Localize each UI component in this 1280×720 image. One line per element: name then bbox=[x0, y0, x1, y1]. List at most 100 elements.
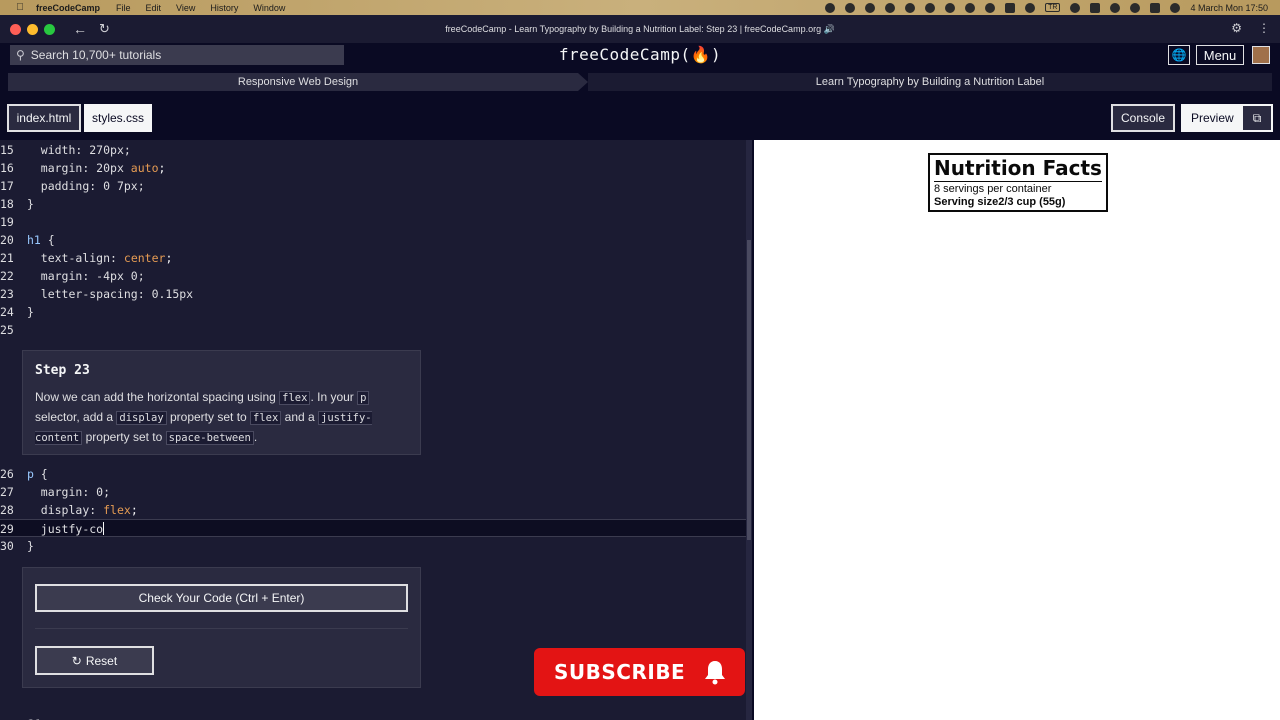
system-menubar:  freeCodeCamp File Edit View History Wi… bbox=[0, 0, 1280, 15]
servings-text: 8 servings per container bbox=[934, 183, 1052, 195]
avatar[interactable] bbox=[1252, 46, 1270, 64]
line-number: 30 bbox=[0, 539, 14, 553]
record-icon[interactable] bbox=[825, 2, 836, 13]
code-line-22[interactable]: 22 margin: -4px 0; bbox=[0, 267, 750, 285]
bell-icon bbox=[705, 661, 725, 685]
code-line-18[interactable]: 18 } bbox=[0, 195, 750, 213]
code-line-23[interactable]: 23 letter-spacing: 0.15px bbox=[0, 285, 750, 303]
menubar-item-edit[interactable]: Edit bbox=[146, 3, 162, 13]
line-number: 15 bbox=[0, 143, 14, 157]
reset-button[interactable]: ↻ Reset bbox=[35, 646, 154, 675]
code-line-16[interactable]: 16 margin: 20px auto; bbox=[0, 159, 750, 177]
menubar-datetime[interactable]: 4 March Mon 17:50 bbox=[1190, 3, 1268, 13]
code-line-15[interactable]: 15 width: 270px; bbox=[0, 141, 750, 159]
code-token: padding: bbox=[40, 179, 97, 193]
code-line-17[interactable]: 17 padding: 0 7px; bbox=[0, 177, 750, 195]
code-line-19[interactable]: 19 bbox=[0, 213, 750, 231]
breadcrumb-superblock[interactable]: Responsive Web Design bbox=[8, 73, 588, 91]
play-icon[interactable] bbox=[945, 2, 956, 13]
line-number: 20 bbox=[0, 233, 14, 247]
menubar-item-file[interactable]: File bbox=[116, 3, 131, 13]
tab-styles-css[interactable]: styles.css bbox=[84, 104, 152, 132]
code-token: p bbox=[26, 467, 34, 481]
wifi-icon[interactable] bbox=[1110, 2, 1121, 13]
action-panel: Check Your Code (Ctrl + Enter) ↻ Reset bbox=[22, 567, 421, 688]
input-source[interactable]: TR bbox=[1045, 3, 1061, 12]
nutrition-label: Nutrition Facts 8 servings per container… bbox=[928, 153, 1108, 212]
clock-icon[interactable] bbox=[845, 2, 856, 13]
line-number: 22 bbox=[0, 269, 14, 283]
code-line-29[interactable]: 29 justfy-co bbox=[0, 519, 750, 537]
search-icon[interactable] bbox=[1130, 2, 1141, 13]
code-line-20[interactable]: 20 h1 { bbox=[0, 231, 750, 249]
code-line-25[interactable]: 25 bbox=[0, 321, 750, 339]
line-number: 24 bbox=[0, 305, 14, 319]
fcc-logo[interactable]: freeCodeCamp(🔥) bbox=[0, 45, 1280, 64]
line-number: 25 bbox=[0, 323, 14, 337]
code-space-between: space-between bbox=[165, 431, 254, 445]
menubar-app-name[interactable]: freeCodeCamp bbox=[36, 3, 100, 13]
code-flex-2: flex bbox=[250, 411, 282, 425]
menu-button[interactable]: Menu bbox=[1196, 45, 1244, 65]
code-token: letter-spacing: bbox=[40, 287, 145, 301]
editor-scroll-thumb[interactable] bbox=[747, 240, 751, 540]
code-line-27[interactable]: 27 margin: 0; bbox=[0, 483, 750, 501]
console-button[interactable]: Console bbox=[1111, 104, 1175, 132]
reset-icon: ↻ bbox=[71, 653, 82, 668]
preview-pane: Nutrition Facts 8 servings per container… bbox=[754, 140, 1280, 720]
line-number: 18 bbox=[0, 197, 14, 211]
battery-icon[interactable] bbox=[1090, 2, 1101, 13]
breadcrumb-block[interactable]: Learn Typography by Building a Nutrition… bbox=[588, 73, 1272, 91]
popout-icon[interactable]: ⧉ bbox=[1243, 106, 1271, 130]
code-line-30[interactable]: 30 } bbox=[0, 537, 750, 555]
code-line-28[interactable]: 28 display: flex; bbox=[0, 501, 750, 519]
code-token: margin: bbox=[40, 269, 90, 283]
reset-label: Reset bbox=[85, 653, 118, 668]
extensions-icon[interactable]: ⚙ bbox=[1231, 21, 1242, 35]
podcast-icon[interactable] bbox=[985, 2, 996, 13]
subscribe-button[interactable]: SUBSCRIBE bbox=[534, 648, 745, 696]
more-menu-icon[interactable]: ⋮ bbox=[1258, 21, 1270, 35]
bluetooth-icon[interactable] bbox=[1070, 2, 1081, 13]
menubar-item-history[interactable]: History bbox=[210, 3, 238, 13]
code-token: display: bbox=[40, 503, 97, 517]
code-token: margin: bbox=[40, 161, 90, 175]
line-number: 26 bbox=[0, 467, 14, 481]
code-token: text-align: bbox=[40, 251, 117, 265]
breadcrumb: Responsive Web Design Learn Typography b… bbox=[8, 73, 1272, 91]
screen-icon[interactable] bbox=[965, 2, 976, 13]
menubar-item-view[interactable]: View bbox=[176, 3, 195, 13]
vpn-icon[interactable] bbox=[885, 2, 896, 13]
line-number: 27 bbox=[0, 485, 14, 499]
code-editor[interactable]: 15 width: 270px; 16 margin: 20px auto; 17 … bbox=[0, 140, 752, 720]
line-number: 17 bbox=[0, 179, 14, 193]
battery-monitor-icon[interactable] bbox=[1005, 2, 1016, 13]
app-icon[interactable] bbox=[865, 2, 876, 13]
check-code-button[interactable]: Check Your Code (Ctrl + Enter) bbox=[35, 584, 408, 612]
text-caret bbox=[103, 522, 105, 535]
divider bbox=[35, 628, 408, 629]
code-token: } bbox=[26, 539, 34, 553]
preview-button-label: Preview bbox=[1191, 111, 1234, 125]
preview-button[interactable]: Preview ⧉ bbox=[1181, 104, 1273, 132]
siri-icon[interactable] bbox=[1170, 2, 1181, 13]
tab-index-html[interactable]: index.html bbox=[7, 104, 81, 132]
globe-icon: 🌐 bbox=[1171, 48, 1187, 62]
apple-icon[interactable]:  bbox=[12, 2, 28, 13]
line-number: 16 bbox=[0, 161, 14, 175]
menubar-item-window[interactable]: Window bbox=[253, 3, 285, 13]
code-line-21[interactable]: 21 text-align: center; bbox=[0, 249, 750, 267]
code-line-31: 31 bbox=[0, 697, 750, 720]
serving-size-text: Serving size2/3 cup (55g) bbox=[934, 196, 1066, 208]
code-line-24[interactable]: 24 } bbox=[0, 303, 750, 321]
step-instructions: Step 23 Now we can add the horizontal sp… bbox=[22, 350, 421, 455]
code-token: } bbox=[26, 197, 34, 211]
code-display: display bbox=[116, 411, 167, 425]
airdrop-icon[interactable] bbox=[905, 2, 916, 13]
script-icon[interactable] bbox=[925, 2, 936, 13]
language-button[interactable]: 🌐 bbox=[1168, 45, 1190, 65]
line-number: 29 bbox=[0, 522, 14, 536]
code-line-26[interactable]: 26 p { bbox=[0, 465, 750, 483]
download-icon[interactable] bbox=[1025, 2, 1036, 13]
control-center-icon[interactable] bbox=[1150, 2, 1161, 13]
